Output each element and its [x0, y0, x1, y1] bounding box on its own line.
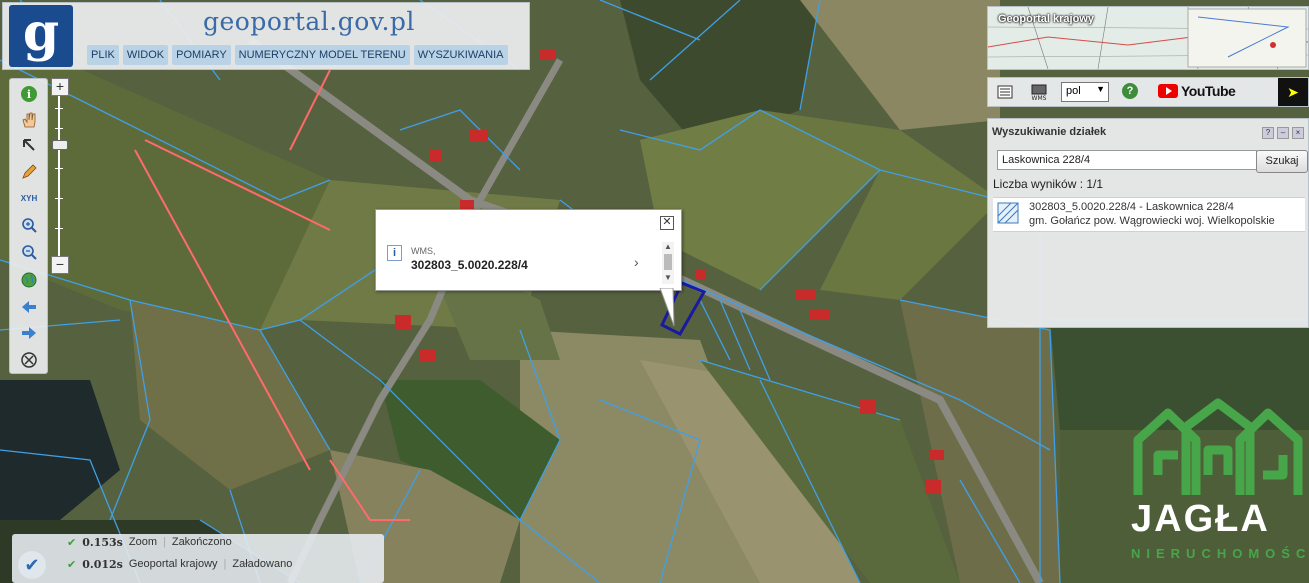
- header-bar: g geoportal.gov.pl PLIK WIDOK POMIARY NU…: [2, 2, 530, 70]
- back-arrow-icon[interactable]: [18, 296, 40, 318]
- search-panel-title: Wyszukiwanie działek: [992, 126, 1107, 138]
- help-icon[interactable]: ?: [1122, 83, 1138, 99]
- youtube-icon: [1158, 84, 1178, 98]
- zoom-plus-button[interactable]: +: [51, 78, 69, 96]
- menu-item-plik[interactable]: PLIK: [87, 45, 119, 65]
- zoom-thumb[interactable]: [52, 140, 68, 150]
- popup-parcel-id[interactable]: 302803_5.0020.228/4: [411, 258, 528, 272]
- geoportal-logo[interactable]: g: [9, 5, 73, 67]
- chevron-down-icon: ▼: [1096, 84, 1105, 94]
- zoom-minus-button[interactable]: −: [51, 256, 69, 274]
- status-time: 0.153s: [82, 536, 123, 549]
- check-icon: ✔: [67, 537, 77, 549]
- right-toolbar: WMS pol ▼ ? YouTube ➤: [987, 77, 1309, 107]
- zoom-tick: [55, 228, 63, 229]
- zoom-tick: [55, 168, 63, 169]
- separator: |: [162, 536, 166, 548]
- arrow-right-icon[interactable]: ➤: [1278, 78, 1308, 106]
- scroll-down-icon[interactable]: ▼: [664, 273, 672, 282]
- status-label: Geoportal krajowy: [128, 558, 218, 570]
- zoom-track[interactable]: [58, 96, 60, 256]
- map-toolbar: i XYH: [9, 78, 48, 374]
- main-menu: PLIK WIDOK POMIARY NUMERYCZNY MODEL TERE…: [87, 45, 508, 65]
- zoom-in-icon[interactable]: [18, 214, 40, 236]
- parcel-search-input[interactable]: [997, 150, 1257, 170]
- logo-letter: g: [22, 2, 60, 63]
- result-count: Liczba wyników : 1/1: [993, 177, 1104, 191]
- check-icon[interactable]: ✔: [18, 551, 46, 579]
- pointer-arrow-icon[interactable]: [18, 135, 40, 157]
- site-title: geoportal.gov.pl: [203, 7, 415, 36]
- chevron-right-icon[interactable]: ›: [634, 254, 639, 270]
- zoom-tick: [55, 198, 63, 199]
- popup-pointer: [659, 288, 675, 327]
- language-select[interactable]: pol ▼: [1061, 82, 1109, 102]
- result-location: gm. Gołańcz pow. Wągrowiecki woj. Wielko…: [1029, 215, 1275, 227]
- menu-item-wyszukiwania[interactable]: WYSZUKIWANIA: [413, 45, 508, 65]
- status-label: Zoom: [128, 536, 157, 548]
- watermark-name: JAGŁA: [1131, 498, 1270, 540]
- status-row: ✔ 0.012s Geoportal krajowy | Załadowano: [67, 558, 292, 571]
- parcel-search-panel: Wyszukiwanie działek ? – × Szukaj Liczba…: [987, 118, 1309, 328]
- xyh-icon[interactable]: XYH: [18, 187, 40, 209]
- parcel-icon: [997, 202, 1019, 224]
- info-icon[interactable]: i: [18, 83, 40, 105]
- panel-controls: ? – ×: [1262, 127, 1304, 139]
- zoom-out-icon[interactable]: [18, 241, 40, 263]
- watermark-houses-logo: [1133, 398, 1303, 495]
- search-result-item[interactable]: 302803_5.0020.228/4 - Laskownica 228/4 g…: [993, 197, 1305, 232]
- hand-pan-icon[interactable]: [18, 109, 40, 131]
- feature-info-popup: ✕ i WMS, 302803_5.0020.228/4 › ▲ ▼: [375, 209, 682, 327]
- zoom-tick: [55, 108, 63, 109]
- scroll-up-icon[interactable]: ▲: [664, 242, 672, 251]
- svg-text:WMS: WMS: [1032, 95, 1047, 101]
- close-icon[interactable]: ✕: [660, 216, 674, 230]
- search-button[interactable]: Szukaj: [1256, 150, 1308, 173]
- menu-item-nmt[interactable]: NUMERYCZNY MODEL TERENU: [234, 45, 410, 65]
- status-time: 0.012s: [82, 558, 123, 571]
- youtube-link[interactable]: YouTube: [1158, 83, 1236, 99]
- globe-icon[interactable]: [18, 269, 40, 291]
- scroll-thumb[interactable]: [664, 254, 672, 270]
- xyh-label: XYH: [20, 193, 38, 203]
- separator: |: [223, 558, 227, 570]
- svg-text:i: i: [27, 88, 31, 101]
- minimize-icon[interactable]: –: [1277, 127, 1289, 139]
- popup-source-label: WMS,: [411, 246, 436, 256]
- minimap-title: Geoportal krajowy: [998, 13, 1094, 25]
- pencil-icon[interactable]: [18, 161, 40, 183]
- status-state: Zakończono: [171, 536, 232, 548]
- zoom-tick: [55, 128, 63, 129]
- status-row: ✔ 0.153s Zoom | Zakończono: [67, 536, 232, 549]
- check-icon: ✔: [67, 559, 77, 571]
- youtube-label: YouTube: [1181, 83, 1236, 99]
- popup-scrollbar[interactable]: ▲ ▼: [662, 242, 674, 284]
- forward-arrow-icon[interactable]: [18, 322, 40, 344]
- result-parcel-name: 302803_5.0020.228/4 - Laskownica 228/4: [1029, 201, 1234, 213]
- language-value: pol: [1066, 85, 1081, 97]
- info-icon: i: [387, 245, 402, 261]
- legend-icon[interactable]: [997, 84, 1013, 105]
- wms-icon[interactable]: WMS: [1030, 83, 1048, 106]
- watermark-subtitle: NIERUCHOMOŚCI: [1131, 546, 1309, 561]
- menu-item-pomiary[interactable]: POMIARY: [172, 45, 231, 65]
- status-state: Załadowano: [232, 558, 293, 570]
- status-log: ✔ ✔ 0.153s Zoom | Zakończono ✔ 0.012s Ge…: [12, 534, 384, 583]
- zoom-slider[interactable]: + −: [49, 78, 69, 274]
- help-icon[interactable]: ?: [1262, 127, 1274, 139]
- clear-icon[interactable]: [18, 349, 40, 371]
- close-icon[interactable]: ×: [1292, 127, 1304, 139]
- overview-minimap[interactable]: Geoportal krajowy: [987, 6, 1309, 70]
- menu-item-widok[interactable]: WIDOK: [122, 45, 169, 65]
